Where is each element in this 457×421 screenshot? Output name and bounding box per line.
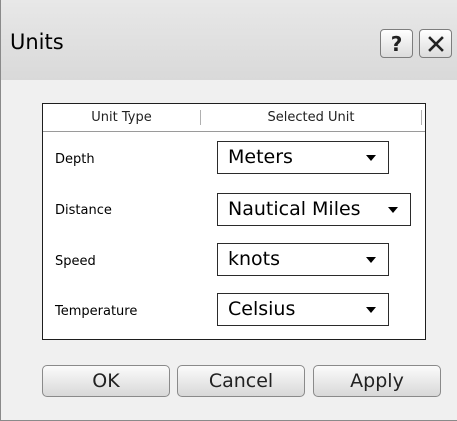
help-button[interactable]: ? xyxy=(380,29,413,58)
speed-unit-select[interactable]: knots xyxy=(217,243,389,276)
row-label-depth: Depth xyxy=(55,152,95,167)
depth-unit-select[interactable]: Meters xyxy=(217,141,389,174)
cancel-button[interactable]: Cancel xyxy=(177,365,305,397)
column-header-unit-type: Unit Type xyxy=(91,110,152,125)
row-label-temperature: Temperature xyxy=(55,304,138,319)
chevron-down-icon xyxy=(388,207,398,213)
column-header-selected-unit: Selected Unit xyxy=(267,110,355,125)
ok-button[interactable]: OK xyxy=(42,365,170,397)
chevron-down-icon xyxy=(366,257,376,263)
column-divider xyxy=(421,110,422,125)
apply-button[interactable]: Apply xyxy=(313,365,441,397)
temperature-unit-value: Celsius xyxy=(228,298,296,320)
close-button[interactable] xyxy=(419,29,452,58)
dialog-title: Units xyxy=(10,30,64,54)
distance-unit-select[interactable]: Nautical Miles xyxy=(217,193,411,226)
units-dialog: Units ? Unit Type Selected Unit Depth Me… xyxy=(0,0,457,421)
help-icon: ? xyxy=(390,31,403,56)
distance-unit-value: Nautical Miles xyxy=(228,198,361,220)
chevron-down-icon xyxy=(366,155,376,161)
table-header: Unit Type Selected Unit xyxy=(43,104,425,132)
depth-unit-value: Meters xyxy=(228,146,293,168)
close-icon xyxy=(427,35,444,52)
row-label-distance: Distance xyxy=(55,203,112,218)
chevron-down-icon xyxy=(366,307,376,313)
title-bar: Units ? xyxy=(1,0,457,80)
row-label-speed: Speed xyxy=(55,254,96,269)
speed-unit-value: knots xyxy=(228,248,281,270)
units-table: Unit Type Selected Unit Depth Meters Dis… xyxy=(42,103,426,340)
temperature-unit-select[interactable]: Celsius xyxy=(217,293,389,326)
